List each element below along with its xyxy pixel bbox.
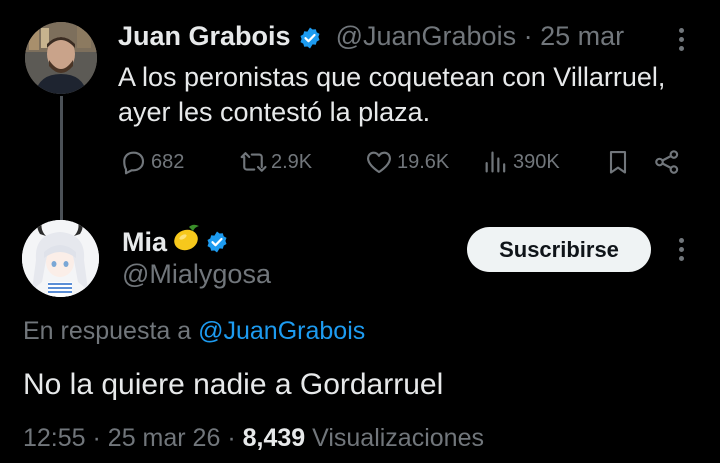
more-icon[interactable] [678, 238, 686, 265]
in-reply-to-line: En respuesta a @JuanGrabois [23, 315, 365, 347]
share-button[interactable] [652, 146, 685, 178]
bookmark-icon [609, 151, 627, 174]
reply-icon [123, 151, 145, 175]
like-icon [367, 151, 391, 174]
reply-author-name[interactable]: Mia [122, 226, 167, 258]
reply-count: 682 [151, 150, 185, 173]
views-button[interactable]: 390K [482, 146, 560, 178]
meta-separator-2: · [227, 424, 236, 452]
views-icon [485, 151, 506, 173]
like-count: 19.6K [397, 150, 450, 173]
verified-badge-icon [300, 27, 320, 49]
tweet-date[interactable]: 25 mar [540, 21, 624, 51]
original-tweet-text: A los peronistas que coquetean con Villa… [118, 62, 666, 127]
views-total-count: 8,439 [242, 424, 306, 452]
share-icon [655, 150, 679, 174]
subscribe-button[interactable]: Suscribirse [467, 227, 651, 272]
views-label: Visualizaciones [312, 424, 484, 452]
avatar-juan-grabois[interactable] [25, 22, 97, 94]
retweet-icon [240, 152, 267, 172]
reply-author-row: Mia [122, 223, 229, 260]
verified-badge-icon [207, 231, 227, 252]
retweet-button[interactable]: 2.9K [238, 146, 312, 178]
reply-button[interactable]: 682 [118, 146, 184, 178]
tweet-full-date[interactable]: 25 mar 26 [108, 424, 221, 452]
more-icon[interactable] [678, 28, 686, 55]
author-handle[interactable]: @JuanGrabois [336, 21, 517, 51]
lemon-emoji [171, 223, 203, 260]
header-separator: · [523, 21, 533, 51]
tweet-time[interactable]: 12:55 [23, 424, 86, 452]
avatar-mia[interactable] [22, 220, 99, 297]
like-button[interactable]: 19.6K [364, 146, 449, 178]
tweet-actions-bar: 682 2.9K 19.6K 390K [118, 146, 698, 178]
retweet-count: 2.9K [271, 150, 313, 173]
in-reply-handle-link[interactable]: @JuanGrabois [198, 317, 365, 345]
in-reply-prefix: En respuesta a [23, 317, 192, 345]
author-name[interactable]: Juan Grabois [118, 21, 291, 51]
meta-separator: · [92, 424, 101, 452]
reply-tweet-text: No la quiere nadie a Gordarruel [23, 368, 444, 401]
reply-author-handle[interactable]: @Mialygosa [122, 258, 271, 290]
views-count: 390K [513, 150, 560, 173]
tweet-meta-line: 12:55 · 25 mar 26 · 8,439 Visualizacione… [23, 422, 484, 454]
thread-connector-line [60, 96, 63, 222]
bookmark-button[interactable] [604, 146, 635, 178]
original-tweet-header: Juan Grabois @JuanGrabois · 25 mar [118, 20, 624, 52]
